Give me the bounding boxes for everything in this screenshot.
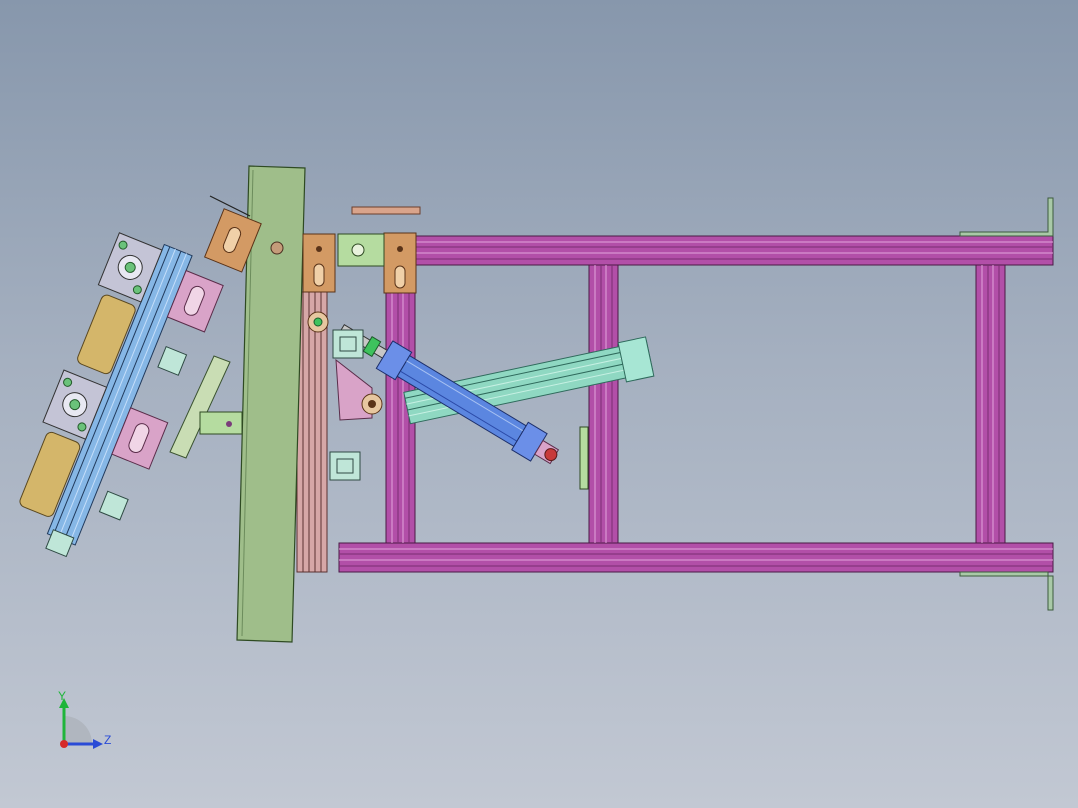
orange-bracket-plate[interactable] [302,233,336,293]
frame-middle-post[interactable] [588,264,619,544]
green-hinge-block[interactable] [337,233,385,267]
frame-top-rail[interactable] [385,235,1054,266]
rod-end-eye[interactable] [307,311,329,333]
right-bottom-angle-bracket[interactable] [959,571,1054,611]
gripper-mount-tab[interactable] [199,411,243,435]
triad-z-label: Z [104,733,111,747]
coordinate-triad: Y Z [58,689,111,749]
cylinder-rear-bracket[interactable] [579,426,589,490]
cad-viewport[interactable]: Y Z [0,0,1078,808]
triad-y-label: Y [58,689,66,703]
frame-bottom-rail[interactable] [338,542,1054,573]
cylinder-pivot-mount[interactable] [335,358,383,421]
tslot-endcap-lower[interactable] [329,451,361,481]
frame-right-post[interactable] [975,264,1006,544]
cad-model-canvas[interactable]: Y Z [0,0,1078,808]
triad-quadrant [64,716,92,744]
orange-bracket-frame[interactable] [383,232,417,294]
plate-hole [270,241,284,255]
triad-origin [60,740,68,748]
tslot-endcap-upper[interactable] [332,329,364,359]
spacer-bar[interactable] [351,206,421,215]
right-top-angle-bracket[interactable] [959,197,1054,237]
hinge-plate-stack[interactable] [296,291,328,573]
